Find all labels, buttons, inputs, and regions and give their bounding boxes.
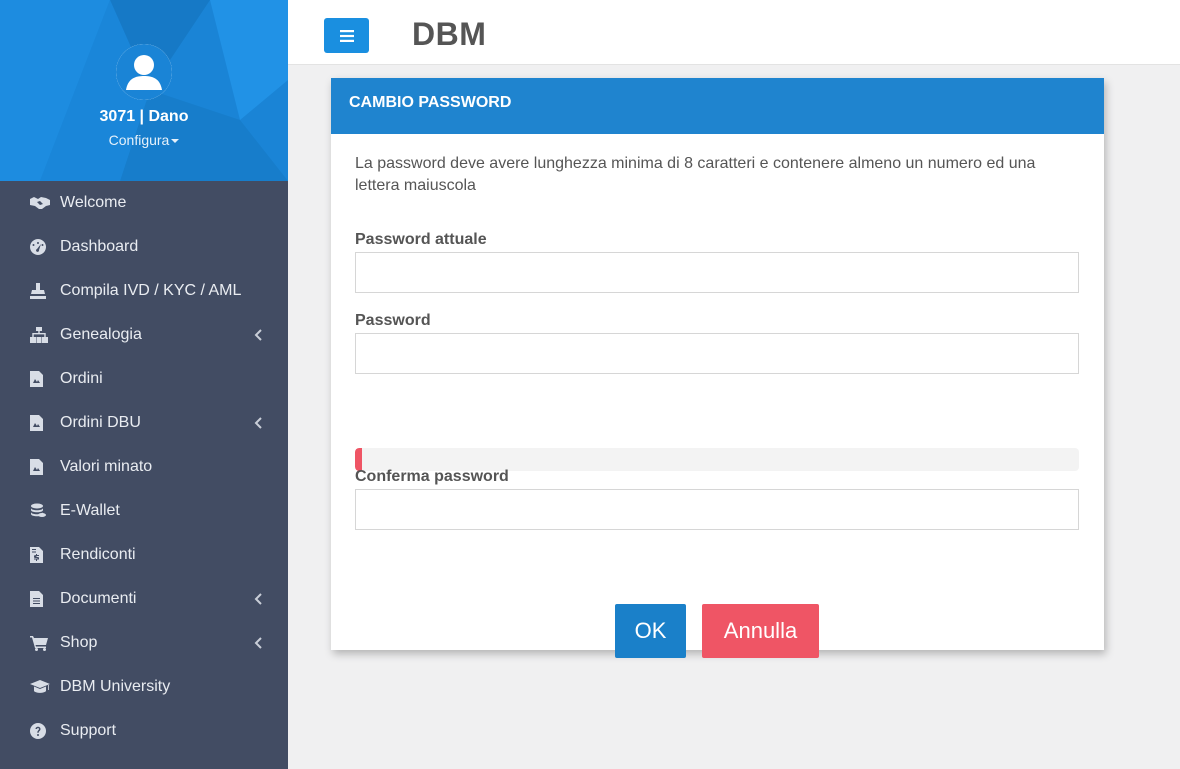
new-password-label: Password [355,312,431,329]
sidebar-item-label: Welcome [60,194,127,211]
caret-down-icon [171,139,180,144]
chevron-left-icon [254,593,262,605]
confirm-password-label: Conferma password [355,468,509,485]
invoice-icon [30,546,52,564]
sidebar-item-label: Documenti [60,590,137,607]
chevron-left-icon [254,637,262,649]
cart-icon [30,634,52,652]
user-name: 3071 | Dano [99,108,189,125]
sidebar-item-welcome[interactable]: Welcome [0,181,288,225]
top-bar: DBM [288,0,1180,65]
coins-icon [30,502,52,520]
sidebar-item-dbm-university[interactable]: DBM University [0,665,288,709]
sidebar-item-documenti[interactable]: Documenti [0,577,288,621]
stamp-icon [30,282,52,300]
sidebar-item-ordini[interactable]: Ordini [0,357,288,401]
sidebar-item-label: Dashboard [60,238,139,255]
sidebar-item-label: Valori minato [60,458,153,475]
graduation-cap-icon [30,678,52,696]
file-icon [30,414,52,432]
chevron-left-icon [254,417,262,429]
new-password-input[interactable] [355,333,1079,374]
config-dropdown[interactable]: Configura [0,132,288,148]
document-icon [30,590,52,608]
file-icon [30,370,52,388]
hamburger-icon [339,29,354,42]
sidebar-item-label: Shop [60,634,98,651]
sidebar-item-label: Support [60,722,117,739]
sidebar-item-label: Ordini DBU [60,414,141,431]
profile-panel: 3071 | Dano Configura [0,0,288,181]
sidebar-item-label: E-Wallet [60,502,120,519]
sidebar-item-e-wallet[interactable]: E-Wallet [0,489,288,533]
card-title: CAMBIO PASSWORD [331,78,1104,134]
password-requirements-text: La password deve avere lunghezza minima … [355,155,1036,194]
current-password-input[interactable] [355,252,1079,293]
dashboard-icon [30,238,52,256]
sidebar-item-ordini-dbu[interactable]: Ordini DBU [0,401,288,445]
config-label: Configura [108,132,170,148]
menu-toggle-button[interactable] [324,18,369,53]
cancel-button[interactable]: Annulla [702,604,819,658]
question-circle-icon [30,722,52,740]
handshake-icon [30,194,52,212]
current-password-label: Password attuale [355,231,487,248]
sidebar-item-genealogia[interactable]: Genealogia [0,313,288,357]
chevron-left-icon [254,329,262,341]
sidebar-item-compila[interactable]: Compila IVD / KYC / AML [0,269,288,313]
user-icon [116,44,172,100]
brand-title: DBM [412,16,487,52]
sidebar-item-shop[interactable]: Shop [0,621,288,665]
change-password-card: CAMBIO PASSWORD La password deve avere l… [331,78,1104,658]
sidebar: 3071 | Dano Configura Welcome Dashboard … [0,0,288,769]
sidebar-item-valori-minato[interactable]: Valori minato [0,445,288,489]
confirm-password-input[interactable] [355,489,1079,530]
sidebar-item-rendiconti[interactable]: Rendiconti [0,533,288,577]
sitemap-icon [30,326,52,344]
sidebar-item-label: Compila IVD / KYC / AML [60,282,242,299]
ok-button[interactable]: OK [615,604,686,658]
sidebar-item-label: Ordini [60,370,103,387]
sidebar-menu: Welcome Dashboard Compila IVD / KYC / AM… [0,181,288,753]
sidebar-item-label: DBM University [60,678,171,695]
sidebar-item-dashboard[interactable]: Dashboard [0,225,288,269]
sidebar-item-label: Genealogia [60,326,142,343]
avatar[interactable] [116,44,172,100]
file-icon [30,458,52,476]
sidebar-item-support[interactable]: Support [0,709,288,753]
sidebar-item-label: Rendiconti [60,546,136,563]
